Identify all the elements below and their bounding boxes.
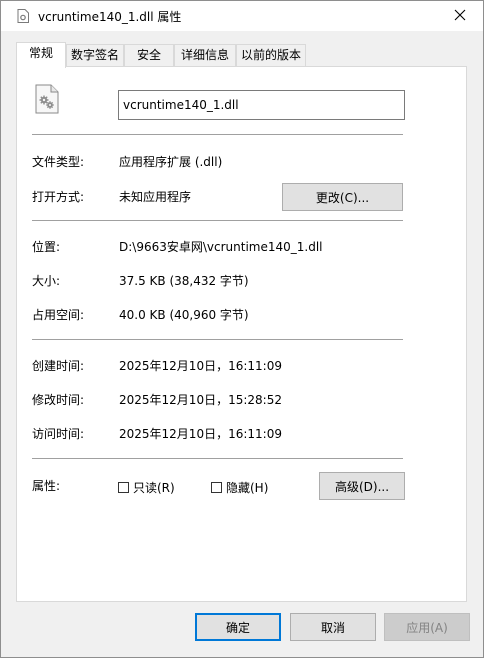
separator — [32, 339, 403, 340]
created-label: 创建时间: — [32, 359, 85, 373]
checkbox-box[interactable] — [211, 482, 222, 493]
location-value: D:\9663安卓网\vcruntime140_1.dll — [119, 240, 323, 254]
created-value: 2025年12月10日，16:11:09 — [119, 359, 282, 373]
ok-button[interactable]: 确定 — [195, 613, 281, 641]
file-name-input[interactable] — [118, 90, 405, 120]
hidden-checkbox[interactable]: 隐藏(H) — [211, 479, 268, 496]
separator — [32, 458, 403, 459]
close-icon — [454, 9, 466, 24]
title-bar: vcruntime140_1.dll 属性 — [1, 1, 483, 31]
separator — [32, 134, 403, 135]
change-button[interactable]: 更改(C)... — [282, 183, 403, 211]
tab-previous-versions[interactable]: 以前的版本 — [236, 44, 306, 66]
location-label: 位置: — [32, 240, 61, 254]
properties-window: vcruntime140_1.dll 属性 常规 数字签名 安全 详细信息 以前… — [0, 0, 484, 658]
opens-with-label: 打开方式: — [32, 190, 85, 204]
readonly-checkbox[interactable]: 只读(R) — [118, 479, 175, 496]
opens-with-value: 未知应用程序 — [119, 190, 192, 204]
tab-details[interactable]: 详细信息 — [174, 44, 236, 66]
tab-general[interactable]: 常规 — [16, 42, 66, 68]
size-value: 37.5 KB (38,432 字节) — [119, 274, 249, 288]
accessed-value: 2025年12月10日，16:11:09 — [119, 427, 282, 441]
window-title: vcruntime140_1.dll 属性 — [38, 10, 182, 24]
tab-digital-signatures[interactable]: 数字签名 — [66, 44, 124, 66]
size-label: 大小: — [32, 274, 61, 288]
readonly-label: 只读(R) — [133, 481, 175, 495]
checkbox-box[interactable] — [118, 482, 129, 493]
modified-value: 2025年12月10日，15:28:52 — [119, 393, 282, 407]
accessed-label: 访问时间: — [32, 427, 85, 441]
advanced-button[interactable]: 高级(D)... — [319, 472, 405, 500]
separator — [32, 220, 403, 221]
settings-file-icon — [34, 84, 60, 114]
apply-button[interactable]: 应用(A) — [384, 613, 470, 641]
size-on-disk-label: 占用空间: — [32, 308, 85, 322]
modified-label: 修改时间: — [32, 393, 85, 407]
file-icon — [17, 9, 29, 23]
file-type-label: 文件类型: — [32, 155, 85, 169]
file-type-value: 应用程序扩展 (.dll) — [119, 155, 223, 169]
size-on-disk-value: 40.0 KB (40,960 字节) — [119, 308, 249, 322]
general-panel — [16, 66, 467, 602]
tab-security[interactable]: 安全 — [124, 44, 174, 66]
attributes-label: 属性: — [32, 479, 61, 493]
hidden-label: 隐藏(H) — [226, 481, 269, 495]
close-button[interactable] — [437, 1, 483, 31]
cancel-button[interactable]: 取消 — [290, 613, 376, 641]
